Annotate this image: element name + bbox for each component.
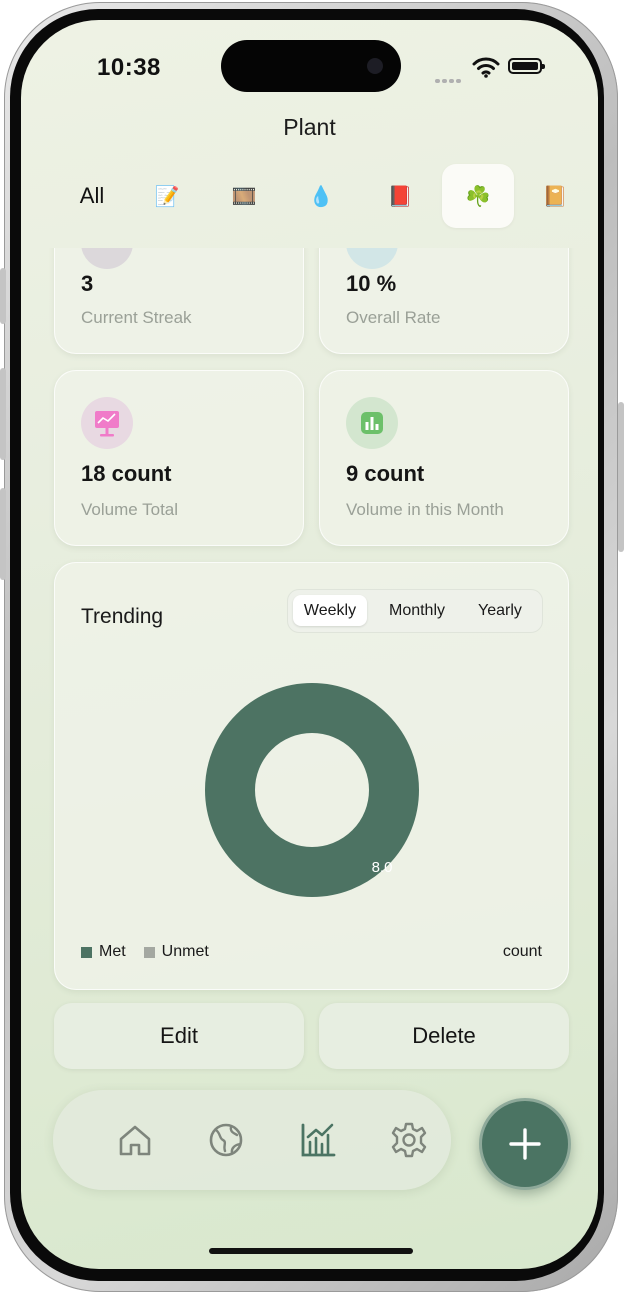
add-button[interactable] xyxy=(479,1098,571,1190)
legend-label: Met xyxy=(99,943,126,960)
trending-title: Trending xyxy=(81,605,164,628)
donut-data-label: 8.0 xyxy=(372,859,393,876)
monitor-chart-icon xyxy=(81,397,133,449)
category-tab-water[interactable]: 💧 xyxy=(285,164,357,228)
stat-value: 18 count xyxy=(81,461,172,486)
volume-down-button xyxy=(0,488,6,580)
stat-label: Volume Total xyxy=(81,500,179,519)
chart-unit-label: count xyxy=(502,943,542,960)
trend-donut-chart: 8.0 xyxy=(205,683,419,897)
category-tab-memo[interactable]: 📝 xyxy=(131,164,203,228)
power-button xyxy=(618,402,624,552)
category-tab-film[interactable]: 🎞️ xyxy=(208,164,280,228)
period-weekly-button[interactable]: Weekly xyxy=(293,595,367,626)
rate-icon xyxy=(346,248,398,269)
stat-value: 10 % xyxy=(346,271,397,296)
statistics-icon[interactable] xyxy=(298,1120,338,1160)
stat-card-streak: 3 Current Streak xyxy=(54,248,304,354)
trending-card: Trending Weekly Monthly Yearly 8.0 Met U… xyxy=(54,562,569,990)
page-title: Plant xyxy=(283,114,336,140)
dynamic-island xyxy=(221,40,401,92)
stat-value: 9 count xyxy=(346,461,425,486)
chart-legend: Met Unmet xyxy=(81,943,227,961)
period-segmented-control: Weekly Monthly Yearly xyxy=(287,589,543,633)
mute-switch xyxy=(0,268,6,324)
status-time: 10:38 xyxy=(97,54,161,81)
stat-label: Current Streak xyxy=(81,308,192,327)
category-tab-plant[interactable]: ☘️ xyxy=(442,164,514,228)
category-tab-notebook[interactable]: 📔 xyxy=(519,164,591,228)
legend-label: Unmet xyxy=(161,943,209,960)
battery-icon xyxy=(508,58,545,74)
edit-button[interactable]: Edit xyxy=(54,1003,304,1069)
wifi-icon xyxy=(472,57,500,78)
legend-item-met: Met xyxy=(81,943,126,961)
stat-label: Overall Rate xyxy=(346,308,441,327)
delete-button[interactable]: Delete xyxy=(319,1003,569,1069)
legend-swatch-met xyxy=(81,946,92,958)
globe-icon[interactable] xyxy=(206,1120,246,1160)
category-tabs: All 📝 🎞️ 💧 📕 ☘️ 📔 xyxy=(21,164,598,228)
period-monthly-button[interactable]: Monthly xyxy=(375,595,459,626)
category-tab-all[interactable]: All xyxy=(56,164,128,228)
status-bar: 10:38 xyxy=(21,20,598,100)
settings-icon[interactable] xyxy=(389,1120,429,1160)
stat-value: 3 xyxy=(81,271,94,296)
stat-card-volume-total: 18 count Volume Total xyxy=(54,370,304,546)
scroll-content[interactable]: 3 Current Streak 10 % Overall Rate 18 co… xyxy=(21,248,598,1078)
donut-slice-met xyxy=(205,683,419,897)
app-screen: 10:38 Plant All 📝 🎞️ 💧 📕 ☘️ 📔 3 Current … xyxy=(21,20,598,1269)
stat-label: Volume in this Month xyxy=(346,500,504,519)
category-tab-book[interactable]: 📕 xyxy=(364,164,436,228)
plus-icon xyxy=(509,1128,541,1160)
period-yearly-button[interactable]: Yearly xyxy=(462,595,538,626)
bar-chart-icon xyxy=(346,397,398,449)
stat-card-volume-month: 9 count Volume in this Month xyxy=(319,370,569,546)
stat-card-rate: 10 % Overall Rate xyxy=(319,248,569,354)
cellular-signal-icon xyxy=(435,70,463,88)
front-camera xyxy=(367,58,383,74)
volume-up-button xyxy=(0,368,6,460)
legend-swatch-unmet xyxy=(143,946,155,958)
streak-icon xyxy=(81,248,133,269)
legend-item-unmet: Unmet xyxy=(143,943,209,961)
bottom-tab-bar xyxy=(53,1090,451,1190)
home-icon[interactable] xyxy=(115,1120,155,1160)
home-indicator xyxy=(209,1248,413,1254)
